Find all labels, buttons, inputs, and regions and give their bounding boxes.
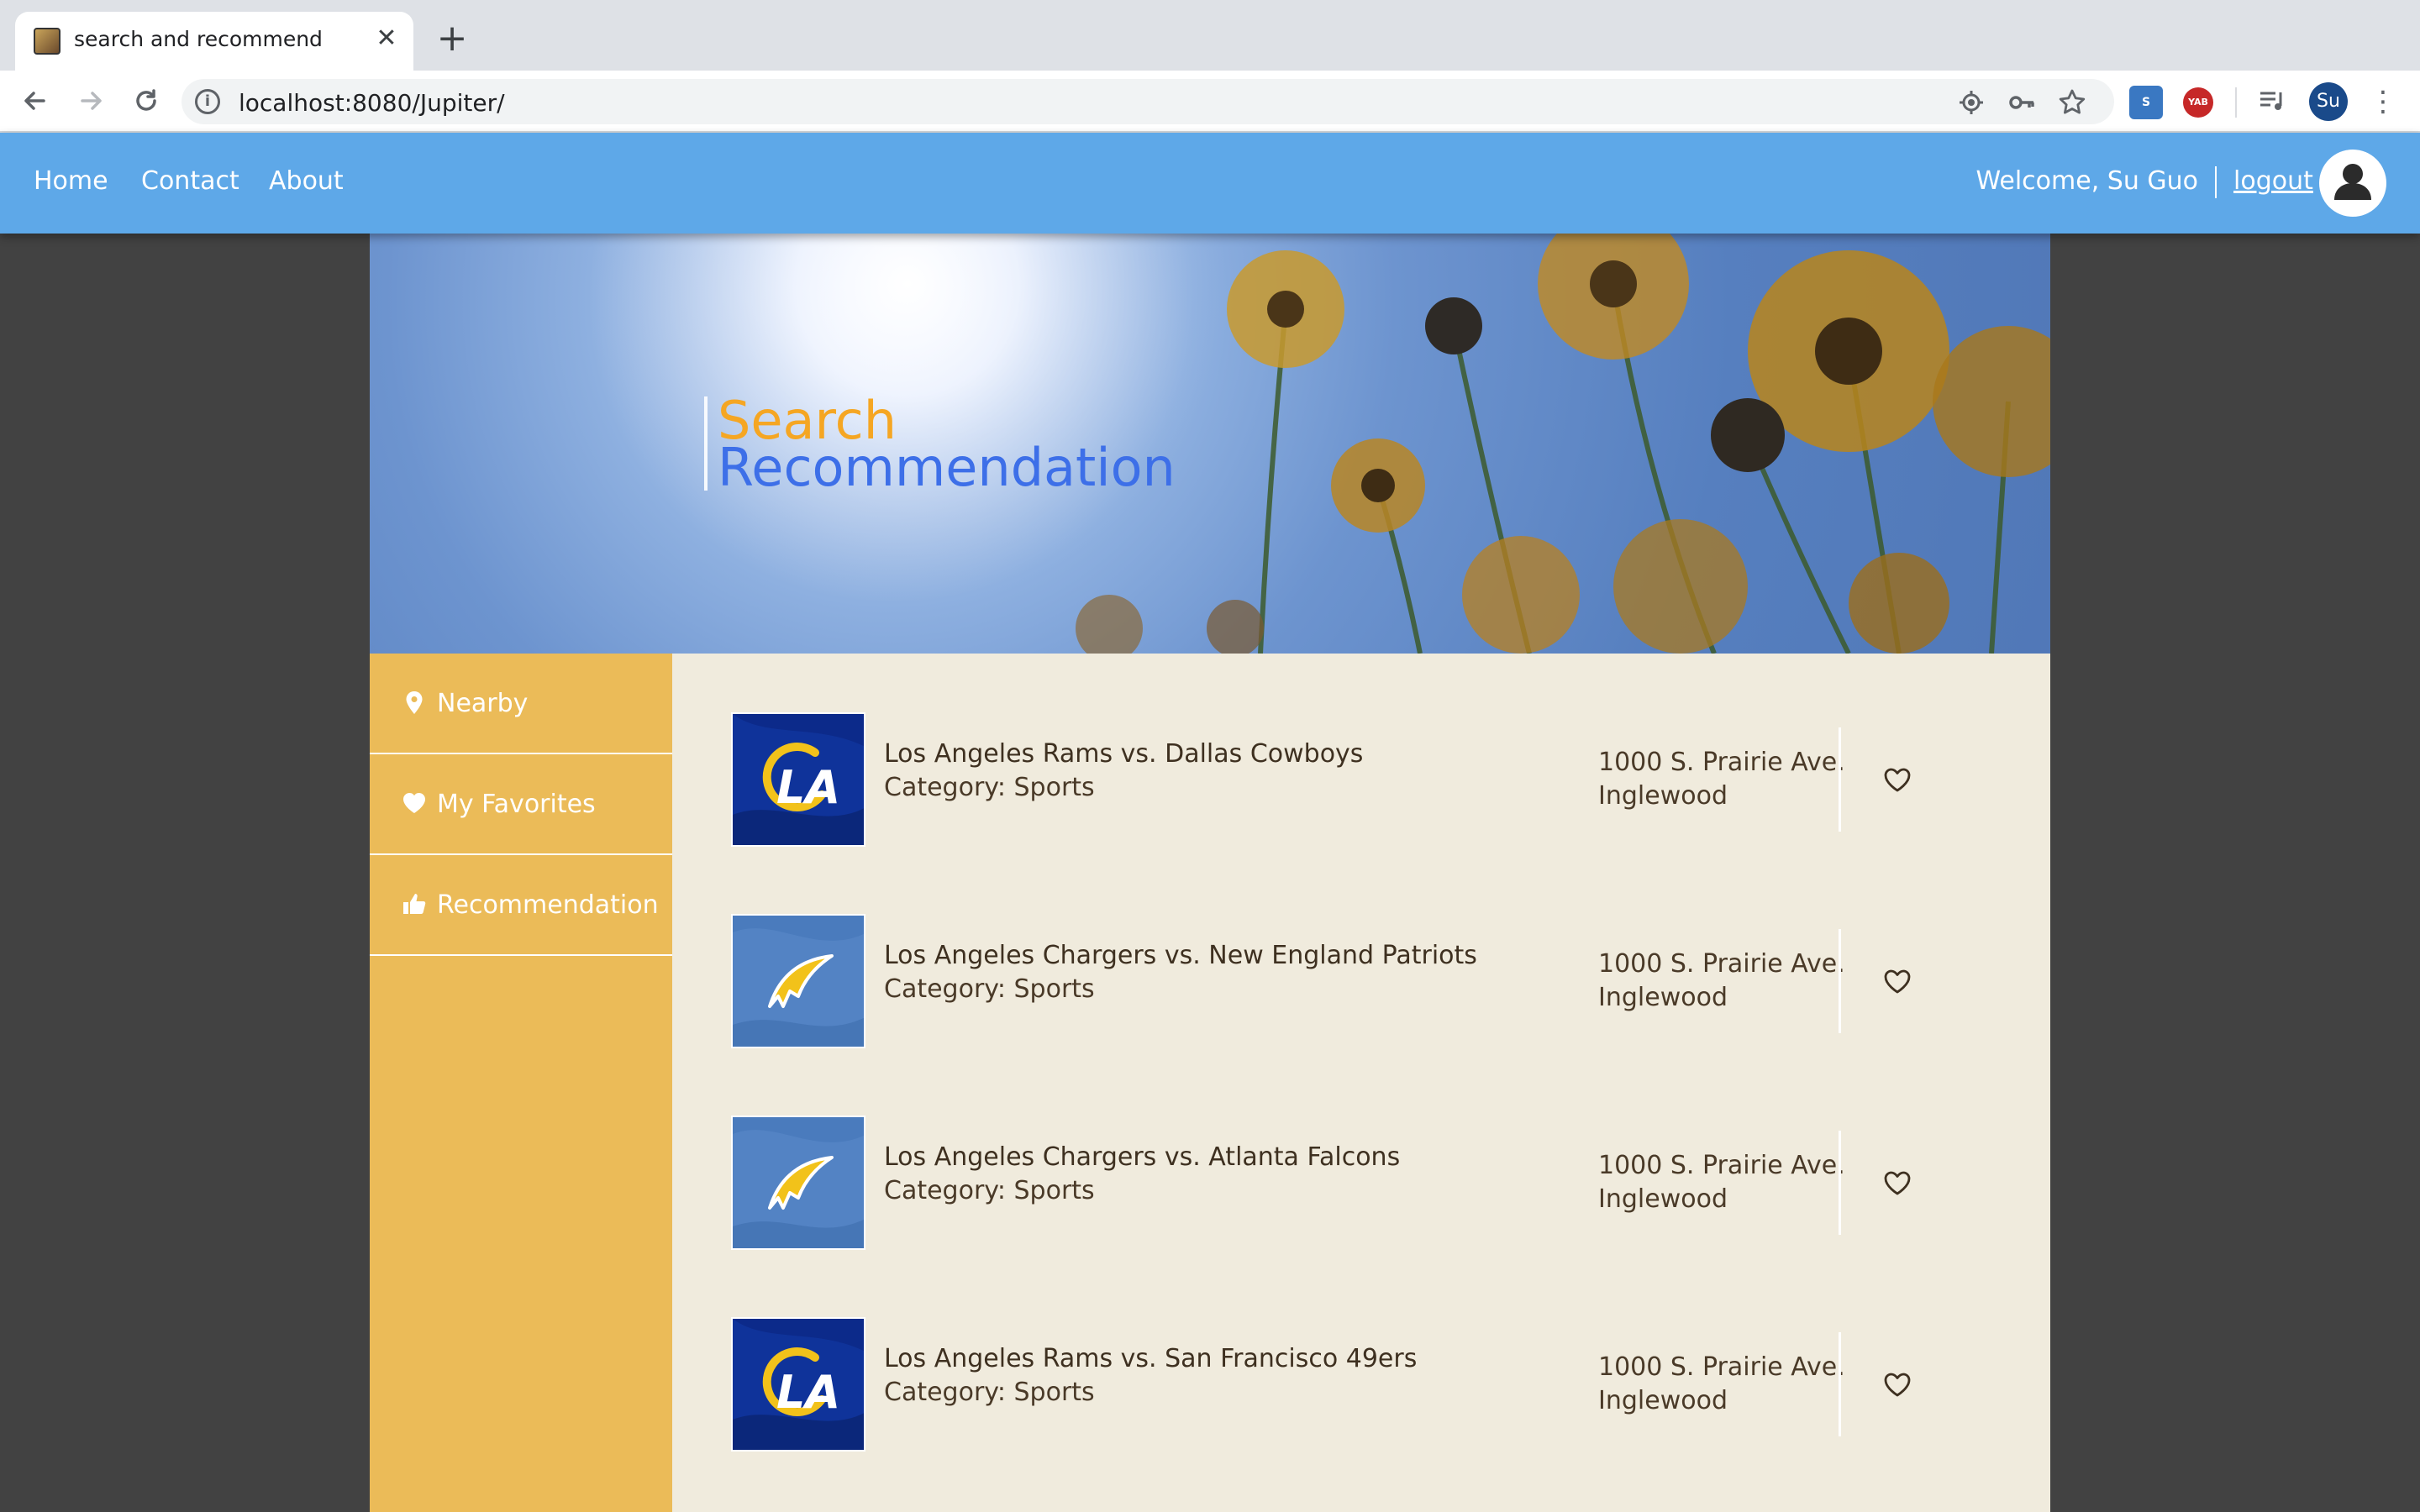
item-category: Category: Sports bbox=[884, 773, 1095, 802]
tab-title: search and recommend bbox=[74, 27, 323, 51]
svg-text:LA: LA bbox=[776, 761, 840, 814]
back-arrow-icon bbox=[24, 92, 45, 110]
item-name[interactable]: Los Angeles Rams vs. San Francisco 49ers bbox=[884, 1344, 1417, 1373]
address-line-1: 1000 S. Prairie Ave. bbox=[1598, 748, 1845, 777]
hero-title-recommendation: Recommendation bbox=[718, 437, 1176, 498]
site-info-icon[interactable]: i bbox=[195, 89, 220, 114]
list-item[interactable]: LA Los Angeles Rams vs. Dallas Cowboys C… bbox=[731, 712, 1991, 847]
tab-favicon-icon bbox=[34, 28, 60, 55]
address-line-1: 1000 S. Prairie Ave. bbox=[1598, 1151, 1845, 1180]
heart-icon bbox=[402, 791, 427, 816]
rams-logo-image: LA bbox=[731, 712, 865, 847]
item-divider bbox=[1839, 929, 1841, 1033]
user-avatar-icon[interactable] bbox=[2319, 150, 2386, 217]
item-divider bbox=[1839, 1131, 1841, 1235]
item-address: 1000 S. Prairie Ave. Inglewood bbox=[1598, 1351, 1845, 1418]
item-divider bbox=[1839, 727, 1841, 832]
sidebar-item-nearby[interactable]: Nearby bbox=[370, 654, 672, 754]
item-name[interactable]: Los Angeles Chargers vs. Atlanta Falcons bbox=[884, 1142, 1400, 1172]
item-divider bbox=[1839, 1332, 1841, 1436]
sidebar-item-my-favorites[interactable]: My Favorites bbox=[370, 754, 672, 855]
extension-yab-icon[interactable]: YAB bbox=[2183, 87, 2213, 118]
flower-background-image bbox=[370, 234, 2050, 654]
location-icon[interactable] bbox=[1956, 87, 1986, 118]
item-category: Category: Sports bbox=[884, 1378, 1095, 1407]
favorite-heart-icon[interactable] bbox=[1879, 761, 1916, 798]
sidebar-item-label: Nearby bbox=[437, 689, 529, 718]
header-divider bbox=[2215, 166, 2217, 198]
address-line-2: Inglewood bbox=[1598, 781, 1728, 811]
url-text[interactable]: localhost:8080/Jupiter/ bbox=[239, 89, 505, 117]
item-category: Category: Sports bbox=[884, 1176, 1095, 1205]
rams-logo-image: LA bbox=[731, 1317, 865, 1452]
app-header: Home Contact About Welcome, Su Guo logou… bbox=[0, 133, 2420, 234]
new-tab-button[interactable]: + bbox=[434, 20, 471, 59]
hero-title-accent-bar bbox=[704, 396, 708, 491]
address-bar[interactable]: i localhost:8080/Jupiter/ bbox=[182, 79, 2114, 124]
list-item[interactable]: Los Angeles Chargers vs. Atlanta Falcons… bbox=[731, 1116, 1991, 1250]
browser-toolbar: i localhost:8080/Jupiter/ S YAB Su ⋮ bbox=[0, 71, 2420, 133]
address-line-1: 1000 S. Prairie Ave. bbox=[1598, 949, 1845, 979]
map-marker-icon bbox=[402, 690, 427, 716]
chargers-logo-image bbox=[731, 914, 865, 1048]
item-address: 1000 S. Prairie Ave. Inglewood bbox=[1598, 948, 1845, 1015]
favorite-heart-icon[interactable] bbox=[1879, 963, 1916, 1000]
address-line-2: Inglewood bbox=[1598, 1386, 1728, 1415]
nav-contact-link[interactable]: Contact bbox=[141, 166, 239, 196]
browser-menu-icon[interactable]: ⋮ bbox=[2366, 82, 2400, 121]
svg-text:LA: LA bbox=[776, 1366, 840, 1419]
key-icon[interactable] bbox=[2007, 87, 2037, 118]
item-list: LA Los Angeles Rams vs. Dallas Cowboys C… bbox=[672, 654, 2050, 1512]
extension-s-icon[interactable]: S bbox=[2129, 86, 2163, 119]
item-category: Category: Sports bbox=[884, 974, 1095, 1004]
toolbar-divider bbox=[2235, 87, 2237, 118]
list-item[interactable]: Los Angeles Chargers vs. New England Pat… bbox=[731, 914, 1991, 1048]
list-item[interactable]: LA Los Angeles Rams vs. San Francisco 49… bbox=[731, 1317, 1991, 1452]
hero-banner: Search Recommendation bbox=[370, 234, 2050, 654]
favorite-heart-icon[interactable] bbox=[1879, 1366, 1916, 1403]
tab-close-icon[interactable]: ✕ bbox=[371, 24, 402, 54]
address-line-2: Inglewood bbox=[1598, 983, 1728, 1012]
nav-home-link[interactable]: Home bbox=[34, 166, 108, 196]
media-queue-icon[interactable] bbox=[2257, 86, 2287, 116]
address-line-1: 1000 S. Prairie Ave. bbox=[1598, 1352, 1845, 1382]
item-name[interactable]: Los Angeles Chargers vs. New England Pat… bbox=[884, 941, 1477, 970]
item-address: 1000 S. Prairie Ave. Inglewood bbox=[1598, 1149, 1845, 1216]
sidebar-item-recommendation[interactable]: Recommendation bbox=[370, 855, 672, 956]
profile-avatar[interactable]: Su bbox=[2309, 82, 2348, 121]
back-button[interactable] bbox=[15, 81, 55, 121]
chargers-logo-image bbox=[731, 1116, 865, 1250]
bookmark-star-icon[interactable] bbox=[2057, 87, 2087, 118]
welcome-message: Welcome, Su Guo bbox=[1975, 166, 2198, 196]
browser-tabstrip: search and recommend ✕ + bbox=[0, 0, 2420, 71]
forward-arrow-icon bbox=[81, 92, 102, 110]
address-line-2: Inglewood bbox=[1598, 1184, 1728, 1214]
nav-about-link[interactable]: About bbox=[269, 166, 344, 196]
sidebar-item-label: My Favorites bbox=[437, 790, 596, 819]
main-container: Search Recommendation Nearby My Favorite… bbox=[370, 234, 2050, 1512]
favorite-heart-icon[interactable] bbox=[1879, 1164, 1916, 1201]
sidebar: Nearby My Favorites Recommendation bbox=[370, 654, 672, 1512]
forward-button[interactable] bbox=[71, 81, 111, 121]
logout-link[interactable]: logout bbox=[2233, 166, 2313, 196]
sidebar-item-label: Recommendation bbox=[437, 890, 659, 920]
thumbs-up-icon bbox=[402, 892, 427, 917]
item-address: 1000 S. Prairie Ave. Inglewood bbox=[1598, 746, 1845, 813]
browser-tab[interactable]: search and recommend ✕ bbox=[15, 12, 413, 71]
reload-icon bbox=[136, 89, 156, 111]
reload-button[interactable] bbox=[126, 81, 166, 121]
item-name[interactable]: Los Angeles Rams vs. Dallas Cowboys bbox=[884, 739, 1363, 769]
